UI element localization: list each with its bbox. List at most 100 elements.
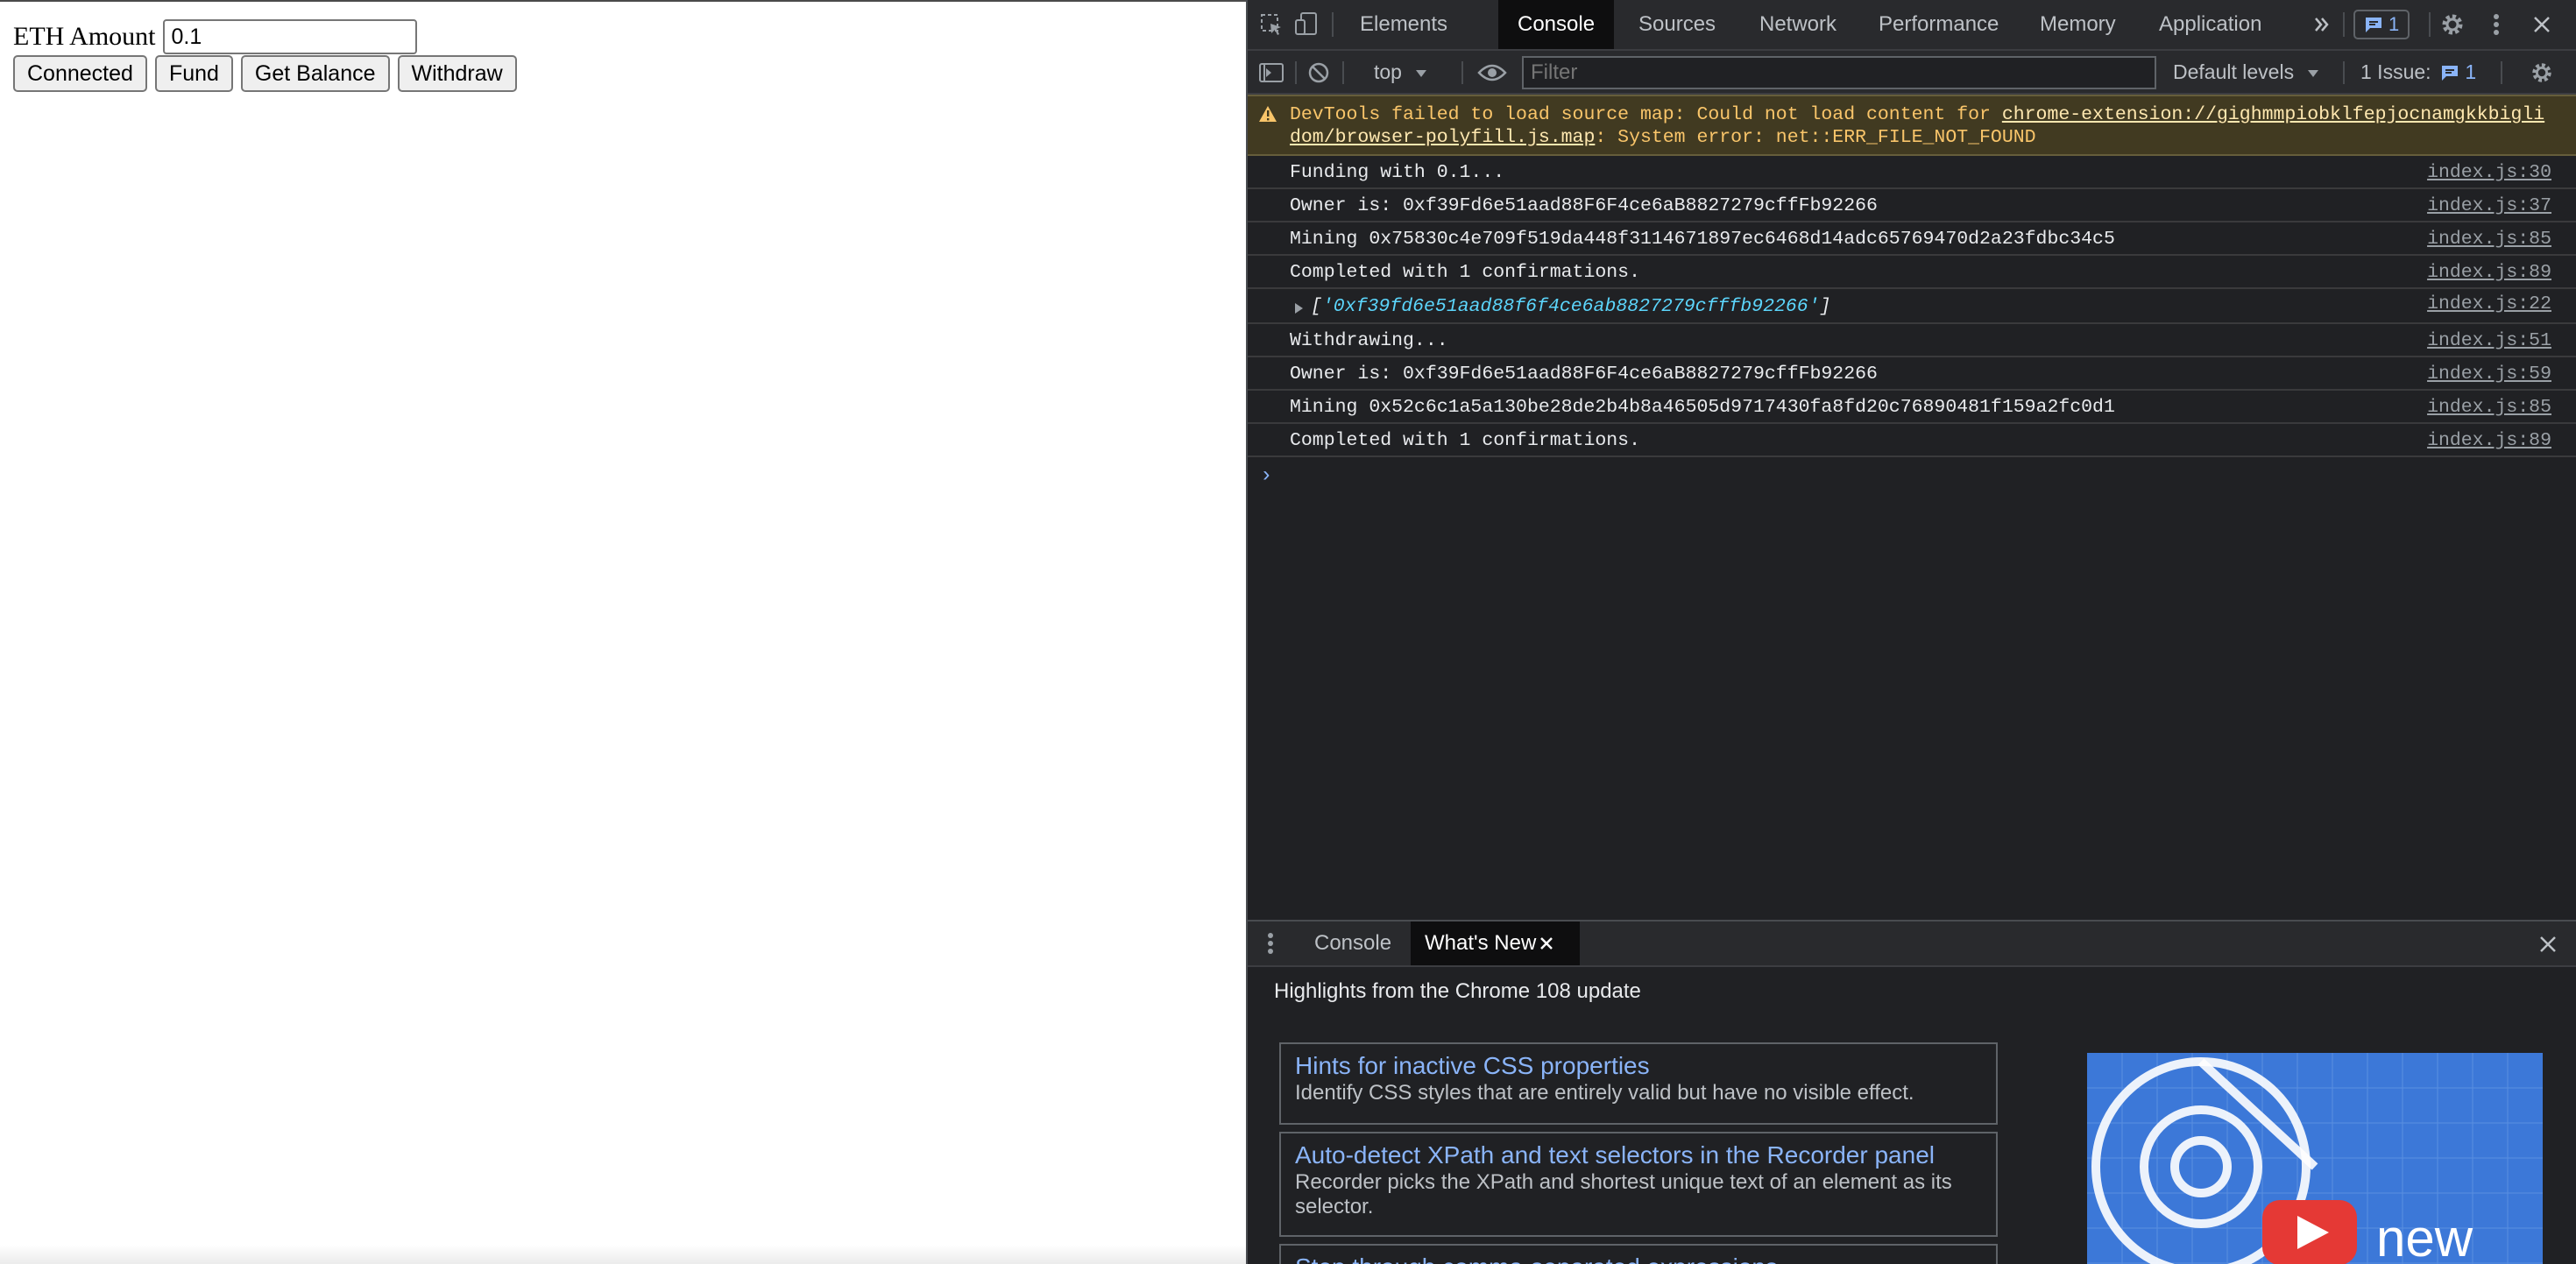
message-icon (2366, 18, 2381, 32)
inspect-element-icon[interactable] (1256, 10, 1286, 39)
devtools-tab-bar: Elements Console Sources Network Perform… (1248, 0, 2576, 51)
video-thumbnail-art: new (2087, 1053, 2543, 1264)
fund-button[interactable]: Fund (154, 55, 233, 92)
tab-performance[interactable]: Performance (1859, 0, 2018, 49)
tab-console[interactable]: Console (1498, 0, 1615, 49)
video-thumbnail[interactable]: new (2087, 1053, 2543, 1264)
message-source-link[interactable]: index.js:89 (2427, 424, 2551, 457)
drawer-menu-icon[interactable] (1262, 930, 1279, 957)
context-value: top (1374, 60, 1402, 83)
console-settings-gear-icon[interactable] (2527, 58, 2557, 88)
devtools-panel: Elements Console Sources Network Perform… (1246, 0, 2576, 1264)
console-message: Owner is: 0xf39Fd6e51aad88F6F4ce6aB88272… (1248, 357, 2576, 391)
context-selector[interactable]: top (1374, 51, 1428, 93)
tab-elements[interactable]: Elements (1341, 0, 1467, 49)
message-source-link[interactable]: index.js:37 (2427, 189, 2551, 222)
message-source-link[interactable]: index.js:30 (2427, 156, 2551, 189)
clear-console-icon[interactable] (1304, 58, 1334, 88)
warning-icon (1258, 105, 1277, 129)
settings-gear-icon[interactable] (2438, 10, 2467, 39)
message-text: Mining 0x52c6c1a5a130be28de2b4b8a46505d9… (1290, 397, 2115, 418)
tab-network[interactable]: Network (1740, 0, 1856, 49)
tab-memory[interactable]: Memory (2020, 0, 2135, 49)
console-warning: DevTools failed to load source map: Coul… (1248, 95, 2576, 156)
separator (2343, 12, 2345, 37)
card-title: Hints for inactive CSS properties (1295, 1052, 1650, 1079)
action-buttons: Connected Fund Get Balance Withdraw (13, 55, 517, 92)
separator (2501, 61, 2502, 84)
issues-label: 1 Issue: (2360, 60, 2431, 83)
warning-prefix: DevTools failed to load source map: Coul… (1290, 104, 2002, 125)
separator (2429, 12, 2431, 37)
separator (1332, 12, 1334, 37)
warning-suffix: : System error: net::ERR_FILE_NOT_FOUND (1595, 127, 2036, 148)
console-array-message[interactable]: ['0xf39fd6e51aad88f6f4ce6ab8827279cfffb9… (1248, 289, 2576, 324)
whats-new-card[interactable]: Step through comma-separated expressions (1279, 1244, 1998, 1264)
issues-count: 1 (2465, 60, 2477, 83)
warning-text: DevTools failed to load source map: Coul… (1290, 103, 2576, 149)
message-text: Owner is: 0xf39Fd6e51aad88F6F4ce6aB88272… (1290, 195, 1878, 216)
log-levels-dropdown[interactable]: Default levels (2173, 51, 2320, 93)
card-title: Step through comma-separated expressions (1295, 1253, 1982, 1264)
message-text: Mining 0x75830c4e709f519da448f3114671897… (1290, 229, 2115, 250)
expand-triangle-icon[interactable] (1293, 300, 1304, 321)
separator (1295, 61, 1297, 84)
message-source-link[interactable]: index.js:22 (2427, 289, 2551, 319)
withdraw-button[interactable]: Withdraw (397, 55, 517, 92)
console-prompt[interactable]: › (1260, 464, 1272, 488)
whats-new-card[interactable]: Auto-detect XPath and text selectors in … (1279, 1132, 1998, 1237)
dropdown-arrow-icon (1416, 70, 1427, 77)
message-source-link[interactable]: index.js:89 (2427, 256, 2551, 289)
card-description: Recorder picks the XPath and shortest un… (1295, 1170, 1952, 1218)
close-devtools-icon[interactable] (2527, 10, 2557, 39)
live-expression-eye-icon[interactable] (1476, 58, 1509, 88)
drawer-tab-bar: Console What's New (1248, 922, 2576, 967)
message-text: Completed with 1 confirmations. (1290, 430, 1640, 451)
message-source-link[interactable]: index.js:85 (2427, 391, 2551, 424)
tab-application[interactable]: Application (2140, 0, 2281, 49)
issues-button[interactable]: 1 Issue: 1 (2360, 51, 2476, 93)
message-text: Withdrawing... (1290, 330, 1448, 351)
message-text: Completed with 1 confirmations. (1290, 262, 1640, 283)
console-message: Owner is: 0xf39Fd6e51aad88F6F4ce6aB88272… (1248, 189, 2576, 222)
card-description: Identify CSS styles that are entirely va… (1295, 1081, 1914, 1105)
message-count: 1 (2388, 13, 2400, 35)
message-text: Owner is: 0xf39Fd6e51aad88F6F4ce6aB88272… (1290, 364, 1878, 385)
close-drawer-icon[interactable] (2536, 932, 2560, 957)
separator (1461, 61, 1463, 84)
double-chevron-icon[interactable] (2308, 11, 2336, 39)
array-close-bracket: ] (1819, 296, 1831, 317)
sidebar-toggle-icon[interactable] (1256, 58, 1286, 88)
issue-message-icon (2441, 66, 2458, 81)
eth-amount-label: ETH Amount (13, 22, 156, 51)
connect-button[interactable]: Connected (13, 55, 147, 92)
array-value: '0xf39fd6e51aad88f6f4ce6ab8827279cfffb92… (1321, 296, 1820, 317)
console-toolbar: top Default levels 1 Issue: 1 (1248, 51, 2576, 95)
console-message: Funding with 0.1... index.js:30 (1248, 156, 2576, 189)
video-label: new (2376, 1209, 2473, 1264)
dropdown-arrow-icon (2308, 70, 2319, 77)
message-badge[interactable]: 1 (2353, 10, 2410, 39)
console-message: Completed with 1 confirmations. index.js… (1248, 256, 2576, 289)
devtools-drawer: Console What's New Highlights from the C… (1248, 920, 2576, 1264)
separator (2343, 61, 2345, 84)
drawer-tab-console[interactable]: Console (1300, 922, 1405, 965)
tab-sources[interactable]: Sources (1619, 0, 1735, 49)
eth-amount-row: ETH Amount (13, 18, 417, 56)
close-tab-icon[interactable] (1535, 932, 1558, 955)
get-balance-button[interactable]: Get Balance (240, 55, 390, 92)
eth-amount-input[interactable] (162, 19, 417, 54)
console-filter-input[interactable] (1522, 56, 2156, 89)
whats-new-card[interactable]: Hints for inactive CSS properties Identi… (1279, 1042, 1998, 1125)
message-source-link[interactable]: index.js:59 (2427, 357, 2551, 391)
log-levels-label: Default levels (2173, 60, 2295, 83)
message-source-link[interactable]: index.js:51 (2427, 324, 2551, 357)
more-options-icon[interactable] (2481, 10, 2511, 39)
drawer-tab-label: What's New (1425, 931, 1537, 955)
console-message: Mining 0x52c6c1a5a130be28de2b4b8a46505d9… (1248, 391, 2576, 424)
card-title: Auto-detect XPath and text selectors in … (1295, 1141, 1935, 1169)
message-source-link[interactable]: index.js:85 (2427, 222, 2551, 256)
console-messages: DevTools failed to load source map: Coul… (1248, 95, 2576, 457)
device-toolbar-icon[interactable] (1292, 10, 1321, 39)
separator (1342, 61, 1344, 84)
